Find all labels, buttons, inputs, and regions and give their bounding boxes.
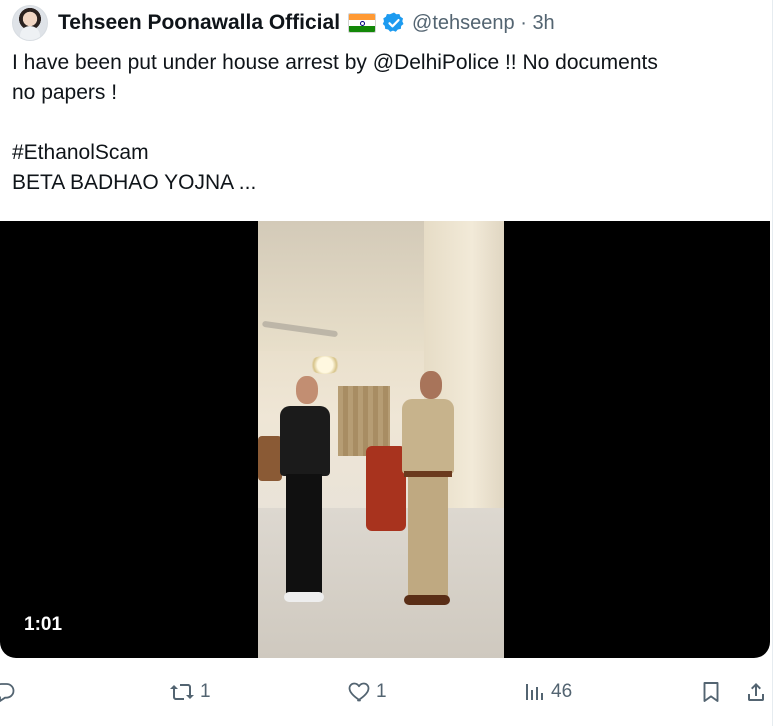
like-icon	[346, 680, 372, 704]
author-name[interactable]: Tehseen Poonawalla Official	[58, 11, 340, 35]
share-button[interactable]	[744, 676, 768, 708]
author-handle[interactable]: @tehseenp · 3h	[412, 12, 555, 35]
video-frame	[258, 221, 504, 658]
views-count: 46	[551, 681, 573, 702]
india-flag-icon	[348, 13, 377, 33]
tweet-line-1: I have been put under house arrest by @D…	[12, 48, 752, 78]
tweet-card[interactable]: Tehseen Poonawalla Official @tehseenp · …	[0, 0, 773, 726]
tweet-text-part: I have been put under house arrest by	[12, 51, 373, 74]
reply-icon	[0, 680, 16, 704]
action-bar: 1 1 46	[0, 676, 776, 708]
mention-link[interactable]: @DelhiPolice	[373, 51, 499, 74]
separator-dot: ·	[520, 11, 527, 34]
bookmark-icon	[699, 680, 723, 704]
tweet-text: I have been put under house arrest by @D…	[12, 48, 752, 198]
tweet-line-4: BETA BADHAO YOJNA ...	[12, 171, 257, 194]
like-count: 1	[376, 681, 387, 702]
retweet-icon	[168, 680, 196, 704]
tweet-text-part: !! No documents	[499, 51, 658, 74]
video-duration: 1:01	[24, 614, 63, 635]
video-player[interactable]: 1:01	[0, 221, 770, 658]
tweet-time[interactable]: 3h	[532, 12, 554, 34]
avatar[interactable]	[12, 5, 48, 41]
hashtag-link[interactable]: #EthanolScam	[12, 138, 752, 168]
like-button[interactable]: 1	[346, 676, 387, 708]
tweet-line-2: no papers !	[12, 81, 118, 104]
views-icon	[523, 680, 547, 704]
reply-button[interactable]	[0, 676, 20, 708]
views-button[interactable]: 46	[523, 676, 572, 708]
verified-badge-icon[interactable]	[382, 11, 406, 35]
retweet-button[interactable]: 1	[168, 676, 211, 708]
handle-text: @tehseenp	[412, 11, 515, 34]
share-icon	[744, 680, 768, 704]
retweet-count: 1	[200, 681, 211, 702]
tweet-header: Tehseen Poonawalla Official @tehseenp · …	[12, 5, 555, 41]
bookmark-button[interactable]	[699, 676, 723, 708]
